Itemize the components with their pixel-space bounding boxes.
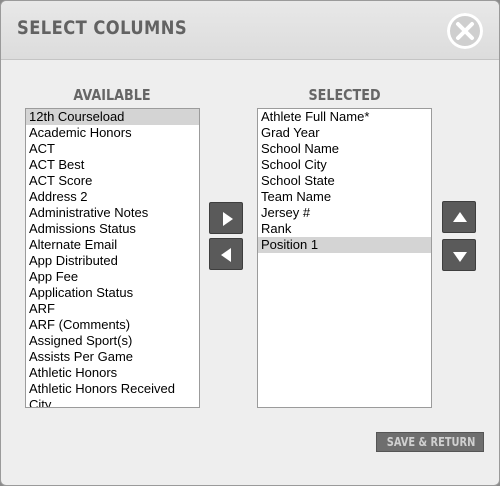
- list-item[interactable]: App Distributed: [26, 253, 199, 269]
- move-up-button[interactable]: [442, 201, 476, 233]
- list-item[interactable]: ARF: [26, 301, 199, 317]
- select-columns-dialog: SELECT COLUMNS AVAILABLE 12th Courseload…: [0, 0, 500, 486]
- available-heading: AVAILABLE: [73, 86, 151, 104]
- save-button-label: SAVE & RETURN: [386, 435, 476, 449]
- arrow-right-icon: [223, 212, 233, 226]
- list-item[interactable]: Athletic Honors Received: [26, 381, 199, 397]
- list-item[interactable]: Admissions Status: [26, 221, 199, 237]
- arrow-up-icon: [453, 212, 467, 222]
- list-item[interactable]: School City: [258, 157, 431, 173]
- list-item[interactable]: Assists Per Game: [26, 349, 199, 365]
- list-item[interactable]: Application Status: [26, 285, 199, 301]
- list-item[interactable]: Jersey #: [258, 205, 431, 221]
- arrow-down-icon: [453, 252, 467, 262]
- list-item[interactable]: Academic Honors: [26, 125, 199, 141]
- close-x-icon: [456, 22, 474, 40]
- list-item[interactable]: School State: [258, 173, 431, 189]
- available-columns-list[interactable]: 12th Courseload Academic Honors ACT ACT Bes…: [25, 108, 200, 408]
- list-item[interactable]: ACT Score: [26, 173, 199, 189]
- dialog-header: SELECT COLUMNS: [1, 1, 499, 60]
- save-and-return-button[interactable]: SAVE & RETURN: [376, 432, 484, 452]
- list-item[interactable]: City: [26, 397, 199, 407]
- selected-columns-list[interactable]: Athlete Full Name* Grad Year School Name Sc…: [257, 108, 432, 408]
- list-item[interactable]: Grad Year: [258, 125, 431, 141]
- move-down-button[interactable]: [442, 239, 476, 271]
- list-item[interactable]: App Fee: [26, 269, 199, 285]
- list-item[interactable]: ACT: [26, 141, 199, 157]
- add-column-button[interactable]: [209, 202, 243, 234]
- list-item[interactable]: Assigned Sport(s): [26, 333, 199, 349]
- selected-heading: SELECTED: [308, 86, 381, 104]
- remove-column-button[interactable]: [209, 238, 243, 270]
- list-item[interactable]: Athlete Full Name*: [258, 109, 431, 125]
- list-item[interactable]: ARF (Comments): [26, 317, 199, 333]
- list-item[interactable]: ACT Best: [26, 157, 199, 173]
- list-item[interactable]: School Name: [258, 141, 431, 157]
- list-item[interactable]: Address 2: [26, 189, 199, 205]
- list-item[interactable]: Alternate Email: [26, 237, 199, 253]
- list-item[interactable]: Position 1: [258, 237, 431, 253]
- list-item[interactable]: Team Name: [258, 189, 431, 205]
- list-item[interactable]: Athletic Honors: [26, 365, 199, 381]
- dialog-title: SELECT COLUMNS: [17, 17, 188, 39]
- list-item[interactable]: Rank: [258, 221, 431, 237]
- list-item[interactable]: Administrative Notes: [26, 205, 199, 221]
- list-item[interactable]: 12th Courseload: [26, 109, 199, 125]
- close-button[interactable]: [447, 13, 483, 49]
- arrow-left-icon: [221, 248, 231, 262]
